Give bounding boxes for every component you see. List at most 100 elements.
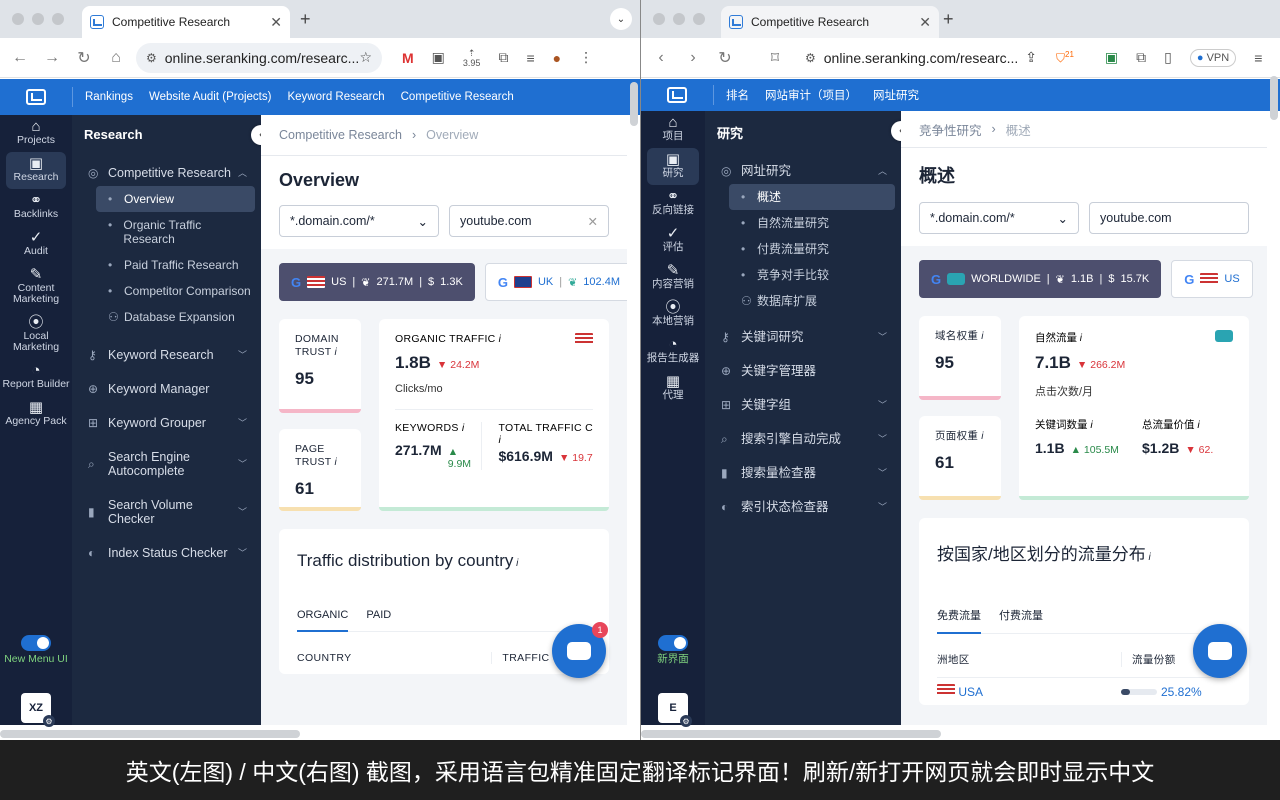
nav-competitive-research[interactable]: 网址研究 <box>873 87 919 103</box>
tab-paid[interactable]: 付费流量 <box>999 607 1043 623</box>
rail-item-4[interactable]: ✎Content Marketing <box>0 263 72 311</box>
menu-group-3[interactable]: ⌕搜索引擎自动完成﹀ <box>705 422 901 456</box>
menu-sub-item-4[interactable]: ⚇数据库扩展 <box>705 288 901 314</box>
extension-counter[interactable]: ⇡3.95 <box>463 48 481 68</box>
domain-scope-select[interactable]: *.domain.com/*⌄ <box>279 205 439 237</box>
rail-item-3[interactable]: ✓评估 <box>641 222 705 259</box>
avatar[interactable]: XZ⚙ <box>21 693 51 723</box>
tab-paid[interactable]: PAID <box>366 609 391 621</box>
rail-item-1[interactable]: ▣Research <box>6 152 66 189</box>
minimize-dot[interactable] <box>673 13 685 25</box>
home-icon[interactable]: ⌂ <box>100 49 132 67</box>
menu-group-3[interactable]: ⌕Search Engine Autocomplete﹀ <box>72 440 261 488</box>
forward-icon[interactable]: › <box>677 49 709 67</box>
breadcrumb-parent[interactable]: Competitive Research <box>279 128 402 142</box>
seranking-logo[interactable] <box>641 87 713 103</box>
brave-shield-icon[interactable]: ⛉21 <box>1056 50 1074 66</box>
clear-icon[interactable]: ✕ <box>588 214 598 229</box>
close-tab-icon[interactable]: ✕ <box>919 14 931 31</box>
menu-group-4[interactable]: ▮Search Volume Checker﹀ <box>72 488 261 536</box>
settings-icon[interactable]: ⚙ <box>680 715 692 727</box>
breadcrumb-parent[interactable]: 竞争性研究 <box>919 120 982 139</box>
menu-group-5[interactable]: ◐Index Status Checker﹀ <box>72 536 261 570</box>
rail-item-2[interactable]: ⚭Backlinks <box>0 189 72 226</box>
address-bar[interactable]: ⚙ online.seranking.com/researc... ⇪ <box>795 43 1047 73</box>
close-dot[interactable] <box>12 13 24 25</box>
reading-list-icon[interactable]: ≡ <box>526 50 534 66</box>
country-link[interactable]: USA <box>958 685 983 699</box>
new-tab-icon[interactable]: + <box>300 9 311 30</box>
nav-rankings[interactable]: 排名 <box>726 87 749 103</box>
rail-item-3[interactable]: ✓Audit <box>0 226 72 263</box>
seranking-logo[interactable] <box>0 89 72 105</box>
window-controls[interactable] <box>653 13 705 25</box>
column-country[interactable]: 洲地区 <box>937 652 1121 667</box>
tab-organic[interactable]: 免费流量 <box>937 607 981 634</box>
nav-website-audit[interactable]: Website Audit (Projects) <box>149 91 272 103</box>
nav-website-audit[interactable]: 网站审计（项目） <box>765 87 857 103</box>
menu-sub-item-1[interactable]: •Organic Traffic Research <box>72 212 261 252</box>
tab-organic[interactable]: ORGANIC <box>297 609 348 632</box>
menu-group-5[interactable]: ◐索引状态检查器﹀ <box>705 490 901 524</box>
menu-group-0[interactable]: ⚷关键词研究﹀ <box>705 320 901 354</box>
menu-sub-item-4[interactable]: ⚇Database Expansion <box>72 304 261 330</box>
address-bar[interactable]: ⚙ online.seranking.com/researc... ☆ <box>136 43 382 73</box>
nav-keyword-research[interactable]: Keyword Research <box>287 91 384 103</box>
profile-avatar-icon[interactable]: ● <box>553 50 561 66</box>
rail-item-7[interactable]: ▦Agency Pack <box>0 396 72 433</box>
menu-sub-item-0[interactable]: •概述 <box>729 184 895 210</box>
menu-group-1[interactable]: ⊕关键字管理器 <box>705 354 901 388</box>
horizontal-scrollbar[interactable] <box>641 730 941 738</box>
vpn-button[interactable]: ● VPN <box>1190 49 1236 67</box>
rail-item-5[interactable]: ⦿Local Marketing <box>0 311 72 359</box>
new-menu-toggle[interactable] <box>21 635 51 651</box>
tab-search-icon[interactable]: ⌄ <box>610 8 632 30</box>
pip-icon[interactable]: ▣ <box>432 49 445 66</box>
region-chip-us[interactable]: G US|❦271.7M|$1.3K <box>279 263 475 301</box>
back-icon[interactable]: ← <box>4 49 36 67</box>
menu-group-0[interactable]: ⚷Keyword Research﹀ <box>72 338 261 372</box>
menu-sub-item-0[interactable]: •Overview <box>96 186 255 212</box>
menu-sub-item-2[interactable]: •付费流量研究 <box>705 236 901 262</box>
browser-tab[interactable]: Competitive Research ✕ <box>82 6 290 38</box>
zoom-dot[interactable] <box>693 13 705 25</box>
table-row[interactable]: USA 25.82% <box>937 677 1231 705</box>
column-country[interactable]: COUNTRY <box>297 652 491 664</box>
browser-tab[interactable]: Competitive Research ✕ <box>721 6 939 38</box>
menu-group-2[interactable]: ⊞关键字组﹀ <box>705 388 901 422</box>
rail-item-1[interactable]: ▣研究 <box>647 148 699 185</box>
chat-button[interactable] <box>1193 624 1247 678</box>
menu-group-competitive-research[interactable]: ◎ Competitive Research ︿ <box>72 160 261 186</box>
nav-rankings[interactable]: Rankings <box>85 91 133 103</box>
back-icon[interactable]: ‹ <box>645 49 677 67</box>
vertical-scrollbar[interactable] <box>1270 76 1278 120</box>
rail-item-0[interactable]: ⌂项目 <box>641 111 705 148</box>
extension-icon[interactable]: ▣ <box>1105 49 1118 66</box>
bookmark-icon[interactable]: ⌑ <box>759 48 791 68</box>
menu-icon[interactable]: ≡ <box>1254 50 1262 66</box>
share-icon[interactable]: ⇪ <box>1025 49 1037 66</box>
rail-item-6[interactable]: ◔Report Builder <box>0 359 72 396</box>
rail-item-4[interactable]: ✎内容营销 <box>641 259 705 296</box>
menu-sub-item-3[interactable]: •竞争对手比较 <box>705 262 901 288</box>
menu-sub-item-1[interactable]: •自然流量研究 <box>705 210 901 236</box>
rail-item-0[interactable]: ⌂Projects <box>0 115 72 152</box>
gmail-icon[interactable]: M <box>402 50 414 66</box>
site-info-icon[interactable]: ⚙ <box>805 51 816 65</box>
reload-icon[interactable]: ↻ <box>709 48 741 68</box>
avatar[interactable]: E⚙ <box>658 693 688 723</box>
region-chip-uk[interactable]: G UK|❦102.4M <box>485 263 627 301</box>
reload-icon[interactable]: ↻ <box>68 48 100 68</box>
close-tab-icon[interactable]: ✕ <box>270 14 282 31</box>
domain-input[interactable]: youtube.com✕ <box>449 205 609 237</box>
region-chip-worldwide[interactable]: G WORLDWIDE|❦1.1B|$15.7K <box>919 260 1161 298</box>
menu-dots-icon[interactable]: ⋮ <box>579 49 593 66</box>
settings-icon[interactable]: ⚙ <box>43 715 55 727</box>
forward-icon[interactable]: → <box>36 49 68 67</box>
menu-group-1[interactable]: ⊕Keyword Manager <box>72 372 261 406</box>
rail-item-2[interactable]: ⚭反向链接 <box>641 185 705 222</box>
new-tab-icon[interactable]: + <box>943 9 954 30</box>
menu-sub-item-2[interactable]: •Paid Traffic Research <box>72 252 261 278</box>
close-dot[interactable] <box>653 13 665 25</box>
rail-item-7[interactable]: ▦代理 <box>641 370 705 407</box>
